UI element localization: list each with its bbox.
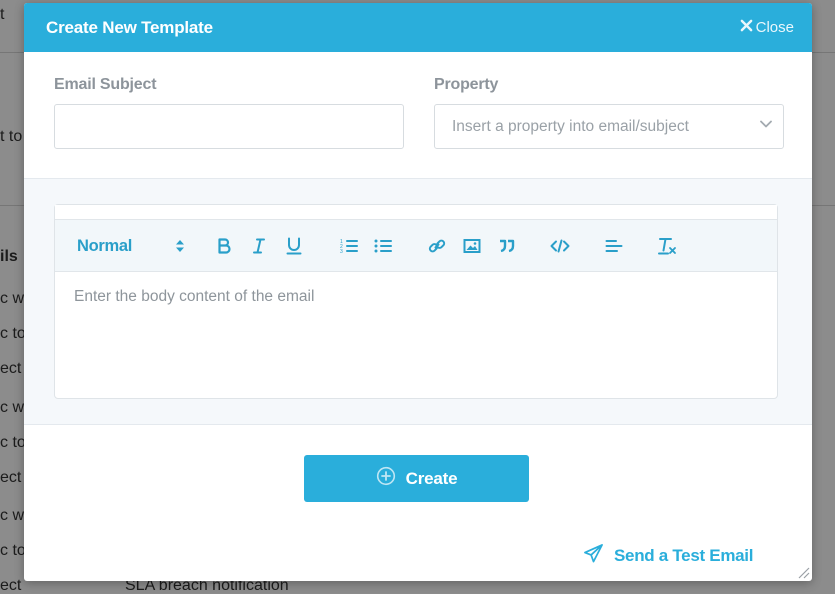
link-button[interactable] [425, 220, 449, 272]
blockquote-icon [498, 238, 516, 254]
paper-plane-icon [583, 543, 604, 569]
template-fields: Email Subject Property Insert a property… [24, 52, 812, 178]
clear-format-button[interactable] [656, 220, 680, 272]
editor-top-strip [55, 205, 777, 220]
close-button[interactable]: Close [740, 19, 794, 36]
create-button[interactable]: Create [304, 455, 529, 502]
chevron-down-icon [759, 117, 773, 136]
create-button-label: Create [405, 468, 458, 488]
sort-arrows-icon [175, 239, 185, 253]
blockquote-button[interactable] [495, 220, 519, 272]
property-select[interactable]: Insert a property into email/subject [434, 104, 784, 149]
align-left-icon [605, 238, 623, 254]
modal-title: Create New Template [46, 17, 213, 37]
italic-icon [252, 238, 266, 254]
format-select[interactable]: Normal [77, 220, 185, 272]
email-subject-label: Email Subject [54, 76, 157, 93]
create-template-modal: Create New Template Close Email Subject … [24, 3, 812, 581]
send-test-email-label: Send a Test Email [614, 546, 754, 565]
ordered-list-button[interactable]: 123 [337, 220, 361, 272]
clear-format-icon [658, 237, 678, 255]
align-button[interactable] [602, 220, 626, 272]
editor-toolbar: Normal 1 2 3 [55, 220, 777, 272]
underline-button[interactable] [282, 220, 306, 272]
bullet-list-button[interactable] [371, 220, 395, 272]
property-select-placeholder: Insert a property into email/subject [452, 117, 689, 135]
property-field-group: Property Insert a property into email/su… [434, 76, 784, 178]
italic-button[interactable] [247, 220, 271, 272]
send-test-email-link[interactable]: Send a Test Email [583, 543, 753, 569]
email-body-editor[interactable]: Enter the body content of the email [55, 272, 777, 322]
code-button[interactable] [548, 220, 572, 272]
rich-text-editor: Normal 1 2 3 Enter the body content of t… [54, 204, 778, 399]
code-icon [550, 239, 570, 253]
ordered-list-icon: 123 [340, 238, 358, 254]
modal-header: Create New Template Close [24, 3, 812, 52]
bullet-list-icon [374, 238, 392, 254]
image-icon [463, 238, 481, 254]
underline-icon [286, 237, 302, 255]
resize-handle-icon[interactable] [796, 565, 810, 579]
email-subject-input[interactable] [54, 104, 404, 149]
modal-footer: Create Send a Test Email [24, 425, 812, 581]
bold-button[interactable] [212, 220, 236, 272]
format-select-value: Normal [77, 236, 133, 255]
email-subject-field-group: Email Subject [54, 76, 404, 178]
plus-circle-icon [376, 466, 396, 491]
editor-area: Normal 1 2 3 Enter the body content of t… [24, 178, 812, 425]
bold-icon [217, 238, 231, 254]
image-button[interactable] [460, 220, 484, 272]
svg-text:3: 3 [340, 249, 343, 254]
property-label: Property [434, 76, 499, 93]
link-icon [428, 237, 446, 255]
email-body-placeholder: Enter the body content of the email [74, 288, 315, 305]
close-icon [740, 19, 753, 36]
close-label: Close [755, 19, 794, 36]
